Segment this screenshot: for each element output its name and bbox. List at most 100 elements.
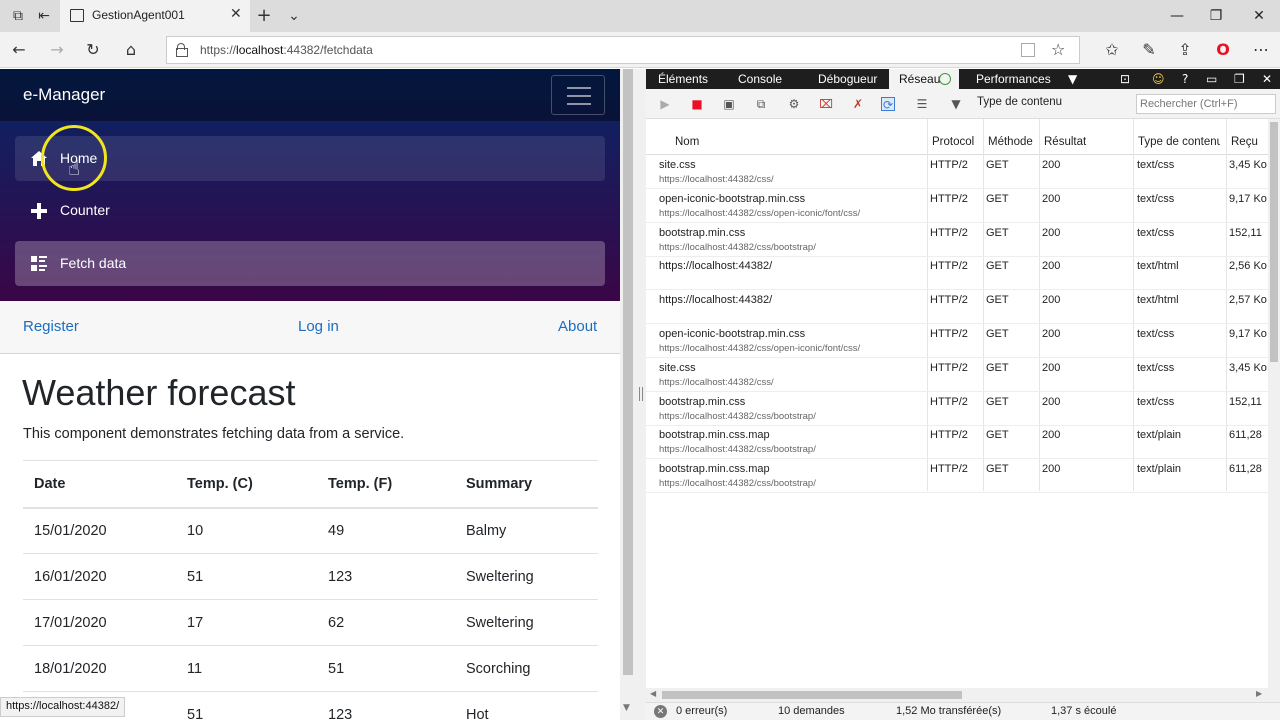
network-request-row[interactable]: https://localhost:44382/HTTP/2 GET 200 text… [646, 290, 1268, 325]
address-bar[interactable]: https://localhost:44382/fetchdata ☆ [166, 36, 1080, 64]
nav-link-home[interactable]: Home [15, 136, 605, 181]
close-window-icon[interactable]: ✕ [1244, 6, 1274, 26]
request-method: GET [986, 226, 1009, 239]
clear-entries-icon[interactable]: ⌧ [819, 97, 833, 111]
always-refresh-icon[interactable]: ⟳ [881, 97, 895, 112]
back-arrow-icon[interactable]: ← [8, 40, 30, 60]
weather-table: Date Temp. (C) Temp. (F) Summary 15/01/2… [23, 460, 598, 720]
network-request-row[interactable]: bootstrap.min.css.map https://localhost:4… [646, 425, 1268, 460]
network-request-row[interactable]: bootstrap.min.css https://localhost:44382… [646, 392, 1268, 426]
table-header-row: Date Temp. (C) Temp. (F) Summary [23, 460, 598, 509]
column-header-received[interactable]: Reçu [1231, 136, 1267, 148]
import-icon[interactable]: ⧉ [754, 97, 768, 111]
scroll-left-arrow-icon[interactable]: ◀ [650, 689, 656, 698]
restore-window-icon[interactable]: ❐ [1201, 6, 1231, 26]
set-aside-tabs-icon[interactable]: ⧉ [8, 6, 28, 26]
more-options-icon[interactable]: ⋯ [1250, 40, 1272, 60]
request-path: https://localhost:44382/css/ [659, 376, 774, 388]
home-icon[interactable]: ⌂ [120, 40, 142, 60]
forward-arrow-icon[interactable]: → [46, 40, 68, 60]
column-header-temp-f: Temp. (F) [317, 460, 455, 509]
help-icon[interactable]: ? [1182, 72, 1188, 86]
column-header-method[interactable]: Méthode [988, 136, 1033, 148]
url-path: :44382/fetchdata [283, 43, 373, 57]
settings-gear-icon[interactable]: ⚙ [787, 97, 801, 111]
clear-on-navigate-icon[interactable]: ☰ [915, 97, 929, 111]
devtools-tab-network[interactable]: Réseau [889, 69, 959, 89]
column-header-content-type[interactable]: Type de contenu [1138, 136, 1220, 148]
devtools-tab-elements[interactable]: Éléments [658, 72, 708, 86]
request-type: text/css [1137, 361, 1175, 374]
network-request-row[interactable]: https://localhost:44382/HTTP/2 GET 200 text… [646, 256, 1268, 291]
grid-vertical-scrollbar[interactable] [1268, 119, 1280, 702]
web-note-pen-icon[interactable]: ✎ [1138, 40, 1160, 60]
cell-temp-f: 62 [317, 599, 455, 646]
column-header-result[interactable]: Résultat [1044, 136, 1124, 148]
request-path: https://localhost:44382/css/ [659, 174, 774, 185]
request-name: site.css [659, 361, 696, 374]
nav-link-fetch-data[interactable]: Fetch data [15, 241, 605, 286]
column-header-protocol[interactable]: Protocol [932, 136, 977, 148]
reading-view-icon[interactable] [1021, 43, 1035, 57]
save-icon[interactable]: ▣ [722, 97, 736, 111]
refresh-icon[interactable]: ↻ [82, 40, 104, 60]
close-tab-icon[interactable]: ✕ [230, 6, 242, 22]
error-icon: ✕ [654, 705, 667, 718]
console-drawer-icon[interactable]: ⊡ [1120, 72, 1130, 86]
network-request-row[interactable]: bootstrap.min.css.map https://localhost:4… [646, 459, 1268, 494]
devtools-tab-performance[interactable]: Performances [976, 72, 1051, 86]
brand-link[interactable]: e-Manager [23, 85, 105, 105]
network-request-row[interactable]: open-iconic-bootstrap.min.css https://loc… [646, 324, 1268, 358]
scroll-down-arrow-icon[interactable]: ▼ [623, 703, 630, 713]
network-recording-icon [939, 73, 951, 85]
undock-icon[interactable]: ❐ [1234, 72, 1245, 86]
favorite-star-icon[interactable]: ☆ [1051, 40, 1065, 59]
nav-link-counter[interactable]: Counter [15, 188, 605, 233]
network-request-row[interactable]: bootstrap.min.css https://localhost:44382… [646, 223, 1268, 257]
browser-tab-active[interactable]: GestionAgent001 ✕ [60, 0, 250, 32]
dock-icon[interactable]: ▭ [1206, 72, 1217, 86]
scroll-right-arrow-icon[interactable]: ▶ [1256, 689, 1262, 698]
cell-temp-f: 49 [317, 507, 455, 554]
network-request-row[interactable]: site.css https://localhost:44382/css/HTTP… [646, 155, 1268, 189]
clear-cache-icon[interactable]: ✗ [851, 97, 865, 111]
play-icon[interactable]: ▶ [658, 97, 672, 111]
status-transferred: 1,52 Mo transférée(s) [896, 705, 1002, 717]
request-result: 200 [1042, 463, 1061, 476]
favorites-icon[interactable]: ✩ [1101, 40, 1123, 60]
grid-horizontal-scrollbar[interactable]: ◀ ▶ [646, 688, 1268, 702]
grid-hscroll-thumb[interactable] [662, 691, 962, 699]
stop-recording-icon[interactable]: ■ [690, 97, 704, 111]
filter-icon[interactable]: ▼ [949, 97, 963, 111]
page-scrollbar-thumb[interactable] [623, 69, 633, 675]
column-header-name[interactable]: Nom [675, 136, 875, 148]
request-path: https://localhost:44382/css/bootstrap/ [659, 444, 816, 456]
content-type-filter[interactable]: Type de contenu [977, 96, 1062, 108]
table-row: 18/01/2020 11 51 Scorching [23, 645, 598, 692]
navbar-toggler-button[interactable] [551, 75, 605, 115]
about-link[interactable]: About [558, 318, 597, 335]
page-scrollbar[interactable]: ▼ [620, 69, 636, 720]
url-text[interactable]: https://localhost:44382/fetchdata [200, 43, 373, 57]
feedback-smiley-icon[interactable]: ☺ [1152, 72, 1165, 86]
more-tabs-chevron-down-icon[interactable]: ▼ [1068, 72, 1077, 86]
close-devtools-icon[interactable]: ✕ [1262, 72, 1272, 86]
tab-preview-icon[interactable]: ⇤ [34, 6, 54, 26]
grid-vscroll-thumb[interactable] [1270, 122, 1278, 362]
new-tab-icon[interactable]: + [254, 6, 274, 26]
register-link[interactable]: Register [23, 318, 79, 335]
network-request-row[interactable]: open-iconic-bootstrap.min.css https://loc… [646, 189, 1268, 223]
devtools-splitter[interactable] [636, 69, 646, 720]
share-icon[interactable]: ⇪ [1174, 40, 1196, 60]
request-protocol: HTTP/2 [930, 429, 968, 442]
devtools-tab-console[interactable]: Console [738, 72, 782, 86]
devtools-tab-debugger[interactable]: Débogueur [818, 72, 877, 86]
request-name: open-iconic-bootstrap.min.css [659, 192, 806, 205]
tab-list-chevron-down-icon[interactable]: ⌄ [284, 6, 304, 26]
opera-extension-icon[interactable]: O [1212, 40, 1234, 60]
request-method: GET [986, 192, 1009, 205]
login-link[interactable]: Log in [298, 318, 339, 335]
network-request-row[interactable]: site.css https://localhost:44382/css/HTTP… [646, 358, 1268, 392]
devtools-search-input[interactable]: Rechercher (Ctrl+F) [1136, 94, 1276, 114]
minimize-window-icon[interactable]: — [1162, 6, 1192, 26]
